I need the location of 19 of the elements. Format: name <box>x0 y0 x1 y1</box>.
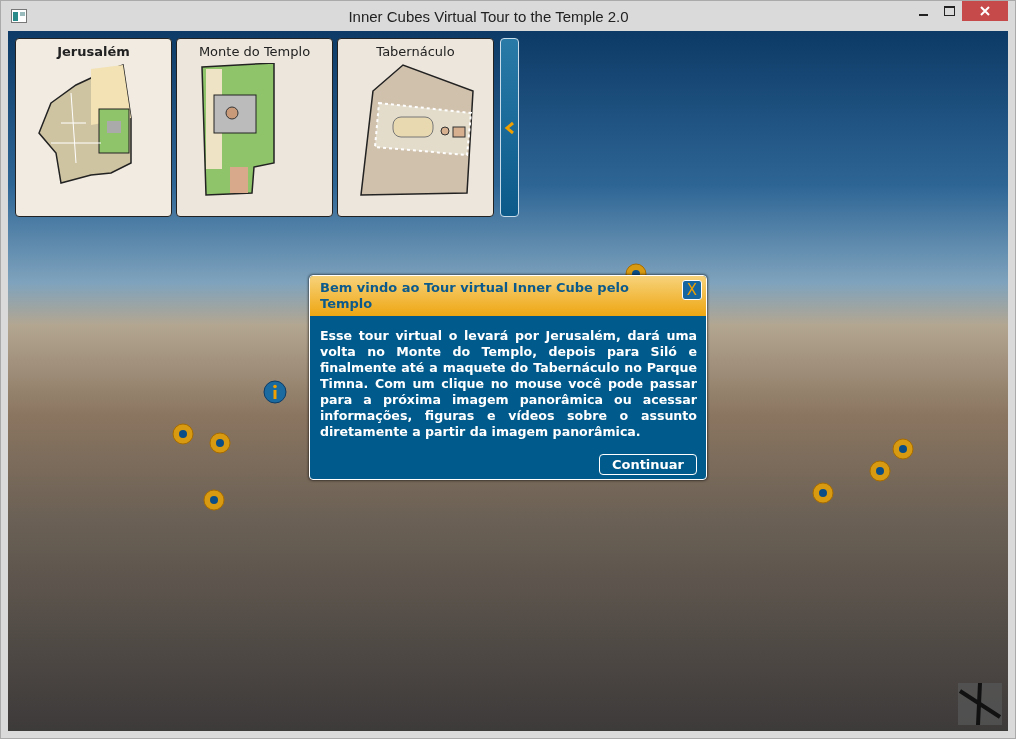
navigation-cross-icon[interactable] <box>956 681 1004 727</box>
minimize-icon <box>918 14 928 16</box>
dialog-title: Bem vindo ao Tour virtual Inner Cube pelo Templo <box>320 280 630 312</box>
close-button[interactable] <box>962 1 1008 21</box>
info-icon[interactable] <box>263 380 287 404</box>
chevron-left-icon <box>503 120 516 135</box>
map-thumbnail[interactable]: Jerusalém <box>15 38 172 217</box>
maximize-icon <box>943 6 955 16</box>
close-icon <box>980 6 990 16</box>
dialog-message: Esse tour virtual o levará por Jerusalém, dará uma volta no Monte do Templo, depois para Siló e finalmente até a maquete do Tabernáculo no Parque Timna. Com um clique no mouse você pode passar para a próxima imagem panorâmica ou acessar informações, figuras e vídeos sobre o assunto diretamente a partir da imagem panorâmica. <box>320 328 697 440</box>
window-title: Inner Cubes Virtual Tour to the Temple 2.0 <box>347 7 630 25</box>
map-thumbnail[interactable]: Monte do Templo <box>176 38 333 217</box>
map-label: Tabernáculo <box>376 44 455 59</box>
map-thumbnail[interactable]: Tabernáculo <box>337 38 494 217</box>
app-icon <box>11 9 27 23</box>
map-label: Monte do Templo <box>198 44 311 59</box>
continue-button[interactable]: Continuar <box>598 454 697 475</box>
map-label: Jerusalém <box>57 44 130 59</box>
collapse-panel-button[interactable] <box>500 38 519 217</box>
